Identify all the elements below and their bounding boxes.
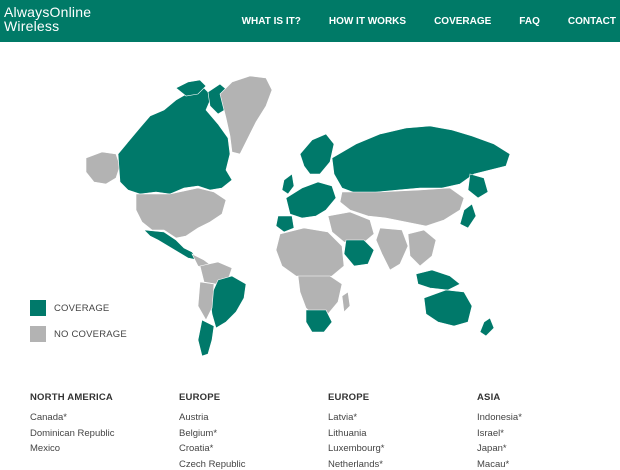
russia-far-east [467,173,489,199]
map-legend: COVERAGE NO COVERAGE [30,300,127,352]
south-america-west [197,281,215,321]
country-item: Austria [179,412,209,423]
country-item: Netherlands* [328,458,383,470]
australia-shape [423,289,473,327]
nav-coverage[interactable]: COVERAGE [434,16,491,27]
world-coverage-map [80,70,540,360]
country-item: Canada* [30,412,67,423]
chile-argentina-shape [197,319,215,357]
region-heading: NORTH AMERICA [30,392,113,403]
country-item: Czech Republic [179,458,246,470]
nav-contact[interactable]: CONTACT [568,16,616,27]
country-item: Mexico [30,443,61,454]
country-list: Latvia* Lithuania Luxembourg* Netherland… [328,410,468,470]
brand-logo[interactable]: AlwaysOnline Wireless [4,5,91,33]
indonesia-shape [415,269,461,291]
saudi-arabia-shape [343,239,375,267]
western-europe-shape [285,181,337,219]
country-list: Indonesia* Israel* Japan* Macau* [477,410,617,470]
coverage-label: COVERAGE [54,302,110,314]
nav-faq[interactable]: FAQ [519,16,540,27]
region-heading: EUROPE [179,392,221,403]
country-item: Croatia* [179,443,214,454]
country-item: Luxembourg* [328,443,385,454]
coverage-swatch [30,300,46,316]
country-item: Belgium* [179,427,218,439]
country-item: Latvia* [328,412,358,423]
no-coverage-swatch [30,326,46,342]
country-list: Canada* Dominican Republic Mexico [30,410,170,457]
madagascar-shape [341,291,351,313]
no-coverage-label: NO COVERAGE [54,328,127,340]
country-item: Lithuania [328,427,367,439]
india-shape [375,227,409,271]
nav-how-it-works[interactable]: HOW IT WORKS [329,16,406,27]
country-item: Macau* [477,458,510,470]
country-item: Japan* [477,443,507,454]
country-list: Austria Belgium* Croatia* Czech Republic [179,410,319,470]
iberia-shape [275,215,295,233]
southeast-asia-shape [407,229,437,267]
region-column-north-america: NORTH AMERICA Canada* Dominican Republic… [30,392,170,457]
alaska-shape [85,151,121,185]
site-header: AlwaysOnline Wireless WHAT IS IT? HOW IT… [0,0,620,42]
logo-line-1: AlwaysOnline [4,4,92,20]
country-item: Dominican Republic [30,427,115,439]
region-column-europe-2: EUROPE Latvia* Lithuania Luxembourg* Net… [328,392,468,470]
legend-no-coverage: NO COVERAGE [30,326,127,342]
region-heading: ASIA [477,392,501,403]
logo-line-2: Wireless [4,18,60,34]
nav-what-is-it[interactable]: WHAT IS IT? [242,16,301,27]
region-column-europe-1: EUROPE Austria Belgium* Croatia* Czech R… [179,392,319,470]
new-zealand-shape [479,317,495,337]
uk-shape [281,173,295,195]
country-item: Israel* [477,427,504,439]
scandinavia-shape [299,133,335,175]
main-nav: WHAT IS IT? HOW IT WORKS COVERAGE FAQ CO… [242,0,616,42]
region-heading: EUROPE [328,392,370,403]
world-map-svg [85,75,511,357]
japan-shape [459,203,477,229]
north-africa-shape [275,227,345,279]
country-item: Indonesia* [477,412,522,423]
region-column-asia: ASIA Indonesia* Israel* Japan* Macau* [477,392,617,470]
legend-coverage: COVERAGE [30,300,127,316]
